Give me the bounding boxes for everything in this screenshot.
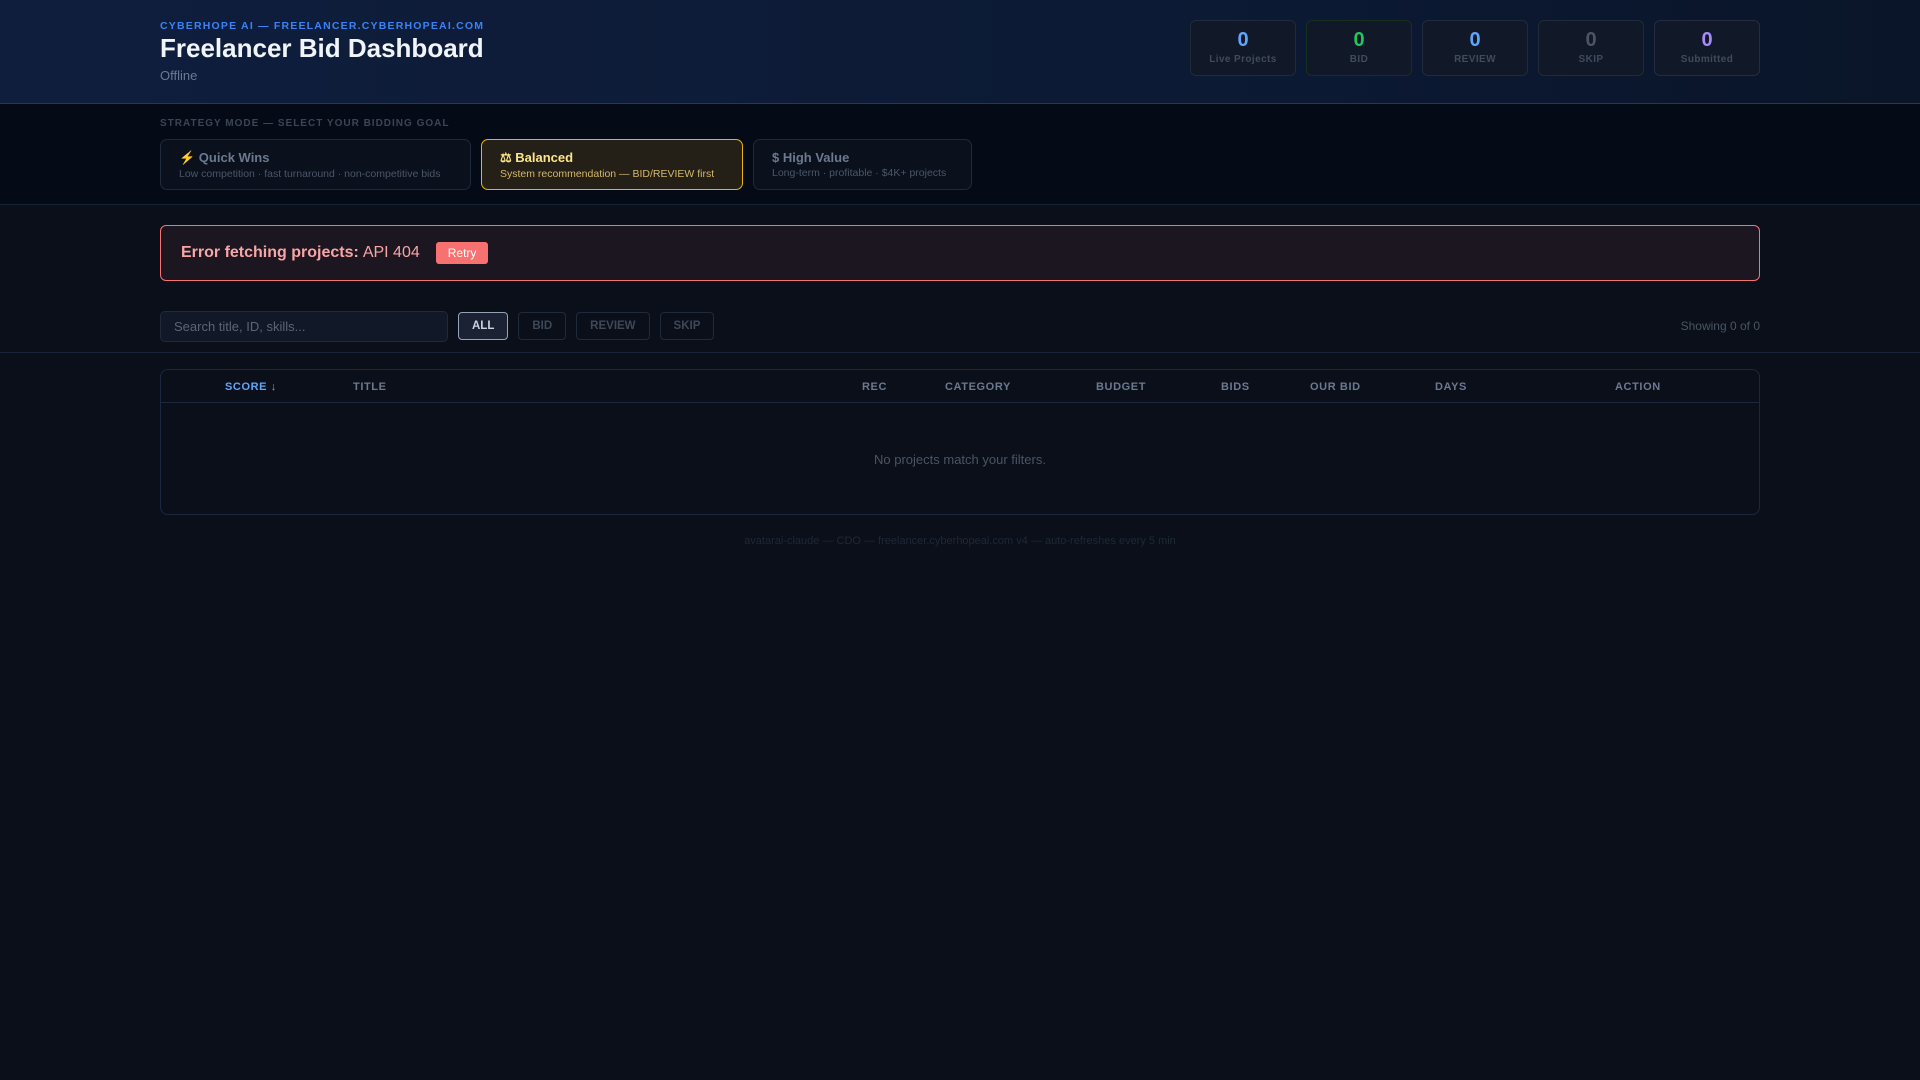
stat-value: 0 [1353, 29, 1365, 51]
search-input[interactable] [160, 310, 448, 342]
column-rec[interactable]: REC [862, 381, 887, 393]
error-title: Error fetching projects: [181, 244, 359, 261]
strategy-name: ⚡ Quick Wins [179, 150, 270, 165]
column-bids[interactable]: BIDS [1221, 381, 1250, 393]
strategy-desc: System recommendation — BID/REVIEW first [500, 168, 715, 180]
stat-label: BID [1349, 54, 1369, 65]
error-message: API 404 [362, 244, 420, 261]
strategy-balanced[interactable]: ⚖ Balanced System recommendation — BID/RE… [481, 139, 743, 190]
stat-label: REVIEW [1454, 54, 1496, 65]
strategy-label: STRATEGY MODE — SELECT YOUR BIDDING GOAL [160, 118, 450, 129]
brand-label: CYBERHOPE AI — FREELANCER.CYBERHOPEAI.CO… [160, 20, 485, 32]
stat-value: 0 [1585, 29, 1597, 51]
strategy-name: ⚖ Balanced [500, 150, 574, 165]
stat-value: 0 [1701, 29, 1713, 51]
column-our-bid[interactable]: OUR BID [1310, 381, 1361, 393]
stat-skip: 0 SKIP [1538, 20, 1644, 76]
stat-label: Live Projects [1209, 54, 1277, 65]
page-title: Freelancer Bid Dashboard [160, 33, 484, 63]
strategy-desc: Long-term · profitable · $4K+ projects [772, 167, 947, 179]
strategy-quick-wins[interactable]: ⚡ Quick Wins Low competition · fast turna… [160, 139, 471, 190]
stat-submitted: 0 Submitted [1654, 20, 1760, 76]
stats-bar: 0 Live Projects 0 BID 0 REVIEW 0 SKIP 0 Submi… [1190, 20, 1760, 76]
stat-label: SKIP [1578, 54, 1604, 65]
column-budget[interactable]: BUDGET [1096, 381, 1146, 393]
stat-bid: 0 BID [1306, 20, 1412, 76]
footer: avatarai-claude — CDO — freelancer.cyber… [744, 535, 1176, 547]
stat-review: 0 REVIEW [1422, 20, 1528, 76]
column-action: ACTION [1615, 381, 1661, 393]
filter-review[interactable]: REVIEW [576, 312, 650, 340]
table-header: SCORE ↓ TITLE REC CATEGORY BUDGET BIDS O… [161, 370, 1759, 403]
filter-bid[interactable]: BID [518, 312, 567, 340]
retry-button[interactable]: Retry [435, 242, 489, 264]
column-score[interactable]: SCORE ↓ [225, 381, 277, 393]
filter-bar: ALL BID REVIEW SKIP Showing 0 of 0 [160, 310, 1760, 342]
header: CYBERHOPE AI — FREELANCER.CYBERHOPEAI.CO… [0, 0, 1920, 104]
connection-status: Offline [160, 68, 198, 83]
results-count: Showing 0 of 0 [1680, 319, 1760, 333]
divider [0, 352, 1920, 353]
strategy-section: STRATEGY MODE — SELECT YOUR BIDDING GOAL… [0, 104, 1920, 205]
strategy-high-value[interactable]: $ High Value Long-term · profitable · $4K… [753, 139, 972, 190]
error-banner: Error fetching projects: API 404 Retry [160, 225, 1760, 281]
column-category[interactable]: CATEGORY [945, 381, 1011, 393]
empty-state: No projects match your filters. [874, 452, 1046, 467]
strategy-desc: Low competition · fast turnaround · non-… [179, 168, 441, 180]
projects-table: SCORE ↓ TITLE REC CATEGORY BUDGET BIDS O… [160, 369, 1760, 515]
stat-value: 0 [1469, 29, 1481, 51]
column-title[interactable]: TITLE [353, 381, 387, 393]
filter-all[interactable]: ALL [458, 312, 509, 340]
stat-label: Submitted [1680, 54, 1734, 65]
column-days[interactable]: DAYS [1435, 381, 1467, 393]
strategy-name: $ High Value [772, 150, 850, 165]
filter-skip[interactable]: SKIP [659, 312, 715, 340]
stat-value: 0 [1237, 29, 1249, 51]
stat-live-projects: 0 Live Projects [1190, 20, 1296, 76]
